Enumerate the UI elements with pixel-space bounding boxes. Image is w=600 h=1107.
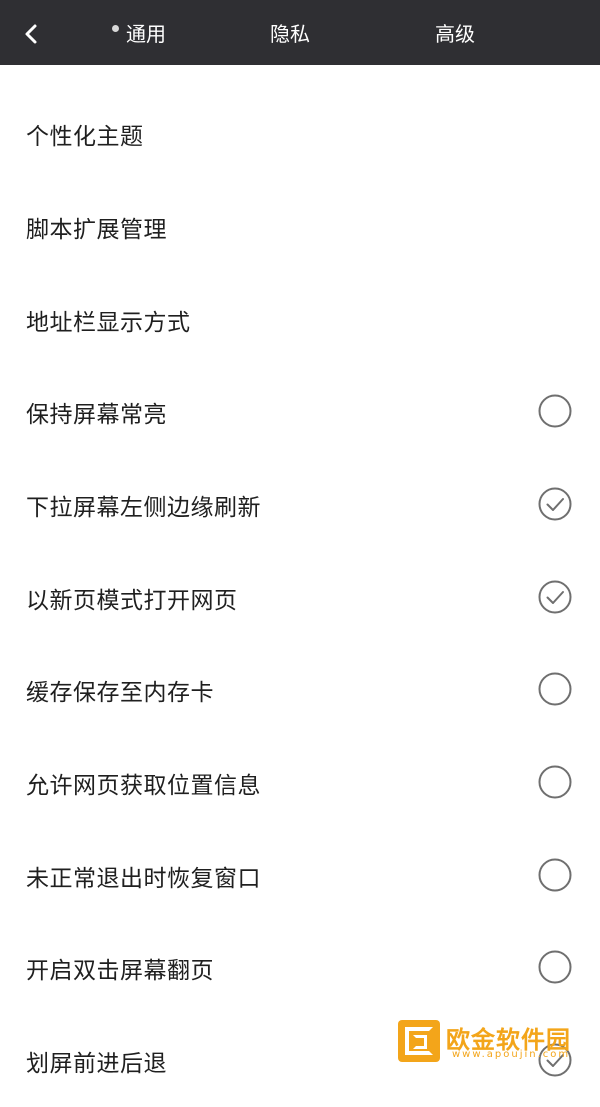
unchecked-circle-icon[interactable] — [538, 765, 572, 799]
checked-circle-icon[interactable] — [538, 580, 572, 614]
tab-advanced-label: 高级 — [435, 22, 475, 46]
setting-allow-location[interactable]: 允许网页获取位置信息 — [0, 736, 600, 829]
tab-advanced[interactable]: 高级 — [435, 0, 475, 65]
watermark: 欧金软件园 www.apoujin.com — [398, 1020, 594, 1062]
checked-circle-icon[interactable] — [538, 487, 572, 521]
setting-address-bar-display[interactable]: 地址栏显示方式 — [0, 273, 600, 366]
top-navigation-bar: 通用 隐私 高级 — [0, 0, 600, 65]
setting-label: 保持屏幕常亮 — [26, 401, 167, 428]
watermark-subtitle: www.apoujin.com — [452, 1049, 571, 1060]
setting-label: 开启双击屏幕翻页 — [26, 957, 214, 984]
chevron-left-icon — [25, 24, 37, 44]
tab-privacy[interactable]: 隐私 — [270, 0, 310, 65]
tab-privacy-label: 隐私 — [270, 22, 310, 46]
unchecked-circle-icon[interactable] — [538, 858, 572, 892]
setting-label: 允许网页获取位置信息 — [26, 772, 261, 799]
setting-pull-left-edge-refresh[interactable]: 下拉屏幕左侧边缘刷新 — [0, 458, 600, 551]
setting-label: 下拉屏幕左侧边缘刷新 — [26, 494, 261, 521]
setting-keep-screen-on[interactable]: 保持屏幕常亮 — [0, 365, 600, 458]
unchecked-circle-icon[interactable] — [538, 950, 572, 984]
setting-restore-windows[interactable]: 未正常退出时恢复窗口 — [0, 829, 600, 922]
unchecked-circle-icon[interactable] — [538, 672, 572, 706]
back-button[interactable] — [16, 18, 48, 50]
setting-double-tap-page-turn[interactable]: 开启双击屏幕翻页 — [0, 921, 600, 1014]
setting-label: 未正常退出时恢复窗口 — [26, 865, 261, 892]
unchecked-circle-icon[interactable] — [538, 394, 572, 428]
setting-label: 脚本扩展管理 — [26, 216, 167, 243]
setting-label: 个性化主题 — [26, 123, 144, 150]
setting-cache-to-sd-card[interactable]: 缓存保存至内存卡 — [0, 643, 600, 736]
setting-label: 缓存保存至内存卡 — [26, 679, 214, 706]
tab-general-label: 通用 — [126, 22, 166, 46]
tab-general[interactable]: 通用 — [112, 0, 166, 65]
setting-label: 地址栏显示方式 — [26, 309, 191, 336]
active-tab-dot — [112, 25, 119, 32]
setting-open-in-new-page[interactable]: 以新页模式打开网页 — [0, 551, 600, 644]
setting-label: 划屏前进后退 — [26, 1050, 167, 1077]
setting-personalized-theme[interactable]: 个性化主题 — [0, 87, 600, 180]
watermark-logo-icon — [398, 1020, 440, 1062]
setting-label: 以新页模式打开网页 — [26, 587, 238, 614]
setting-script-extensions[interactable]: 脚本扩展管理 — [0, 180, 600, 273]
